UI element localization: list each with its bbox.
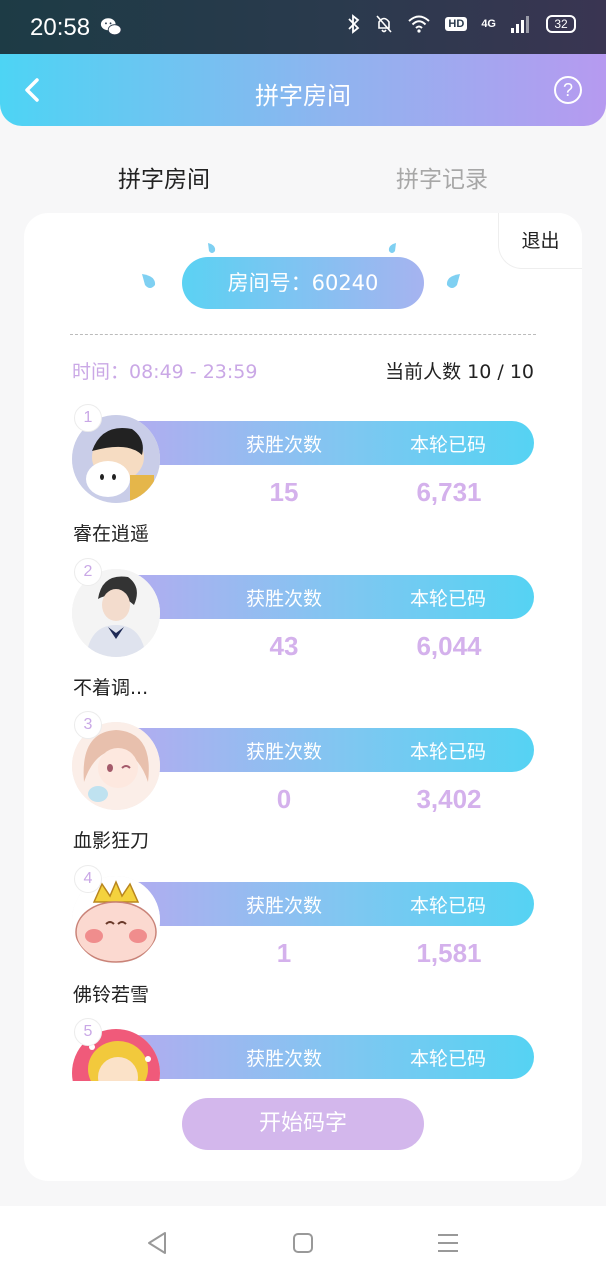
rank-badge: 4 bbox=[74, 865, 102, 893]
network-type: 4G bbox=[481, 18, 496, 30]
player-row: 获胜次数 本轮已码 5 bbox=[24, 1013, 582, 1081]
wins-value: 1 bbox=[276, 938, 292, 968]
exit-button[interactable]: 退出 bbox=[498, 213, 582, 269]
player-row: 获胜次数 本轮已码 1 1,581 4 佛铃若雪 bbox=[24, 860, 582, 1014]
wifi-icon bbox=[408, 15, 431, 33]
system-nav-bar bbox=[0, 1206, 606, 1280]
wechat-icon bbox=[100, 18, 122, 36]
typed-value: 1,581 bbox=[416, 938, 482, 968]
player-list[interactable]: 获胜次数 本轮已码 15 6,731 1 睿在逍遥 获胜次数 本轮已码 43 6… bbox=[24, 393, 582, 1081]
wins-value: 0 bbox=[276, 784, 292, 814]
rank-badge: 5 bbox=[74, 1018, 102, 1046]
wins-value: 15 bbox=[269, 477, 299, 507]
start-typing-button[interactable]: 开始码字 bbox=[182, 1098, 424, 1150]
signal-icon bbox=[511, 16, 529, 33]
room-number-badge: 房间号：60240 bbox=[182, 257, 424, 309]
rank-badge: 1 bbox=[74, 404, 102, 432]
droplet-icon bbox=[208, 243, 216, 253]
wins-label: 获胜次数 bbox=[246, 588, 323, 610]
status-bar: 20:58 HD 4G 32 bbox=[0, 0, 606, 54]
player-row: 获胜次数 本轮已码 0 3,402 3 血影狂刀 bbox=[24, 706, 582, 860]
tab-room[interactable]: 拼字房间 bbox=[118, 160, 210, 194]
nav-home-icon[interactable] bbox=[292, 1230, 314, 1256]
wins-label: 获胜次数 bbox=[246, 1048, 323, 1070]
divider bbox=[70, 334, 536, 335]
typed-value: 6,731 bbox=[416, 477, 482, 507]
help-icon[interactable]: ? bbox=[554, 76, 582, 104]
typed-label: 本轮已码 bbox=[410, 1048, 487, 1070]
status-icons: HD 4G 32 bbox=[347, 14, 576, 34]
bluetooth-icon bbox=[348, 14, 360, 34]
hd-badge: HD bbox=[445, 17, 468, 31]
room-card: 退出 房间号：60240 时间：08:49 - 23:59 当前人数 10 / … bbox=[24, 213, 582, 1181]
typed-value: 6,044 bbox=[416, 631, 482, 661]
typed-label: 本轮已码 bbox=[410, 434, 487, 456]
typed-label: 本轮已码 bbox=[410, 895, 487, 917]
rank-badge: 3 bbox=[74, 711, 102, 739]
rank-badge: 2 bbox=[74, 558, 102, 586]
wins-label: 获胜次数 bbox=[246, 741, 323, 763]
wins-value: 43 bbox=[269, 631, 299, 661]
typed-value: 3,402 bbox=[416, 784, 482, 814]
droplet-icon bbox=[142, 274, 156, 288]
mute-bell-icon bbox=[376, 15, 393, 33]
player-name: 不着调... bbox=[73, 677, 149, 699]
typed-label: 本轮已码 bbox=[410, 741, 487, 763]
player-row: 获胜次数 本轮已码 43 6,044 2 不着调... bbox=[24, 553, 582, 707]
droplet-icon bbox=[388, 243, 396, 253]
app-header: 20:58 HD 4G 32 拼字房间 ? bbox=[0, 0, 606, 126]
tab-record[interactable]: 拼字记录 bbox=[396, 160, 488, 194]
player-name: 血影狂刀 bbox=[73, 830, 150, 852]
status-time: 20:58 bbox=[30, 14, 91, 41]
typed-label: 本轮已码 bbox=[410, 588, 487, 610]
title-bar: 拼字房间 ? bbox=[0, 54, 606, 126]
battery-indicator: 32 bbox=[546, 15, 576, 33]
droplet-icon bbox=[446, 274, 460, 288]
page-title: 拼字房间 bbox=[255, 82, 351, 110]
player-name: 佛铃若雪 bbox=[73, 984, 150, 1006]
nav-menu-icon[interactable] bbox=[436, 1230, 460, 1256]
player-count: 当前人数 10 / 10 bbox=[385, 361, 534, 383]
player-name: 睿在逍遥 bbox=[73, 523, 150, 545]
room-time: 时间：08:49 - 23:59 bbox=[72, 361, 258, 383]
wins-label: 获胜次数 bbox=[246, 895, 323, 917]
player-row: 获胜次数 本轮已码 15 6,731 1 睿在逍遥 bbox=[24, 399, 582, 553]
nav-back-icon[interactable] bbox=[146, 1230, 168, 1256]
wins-label: 获胜次数 bbox=[246, 434, 323, 456]
